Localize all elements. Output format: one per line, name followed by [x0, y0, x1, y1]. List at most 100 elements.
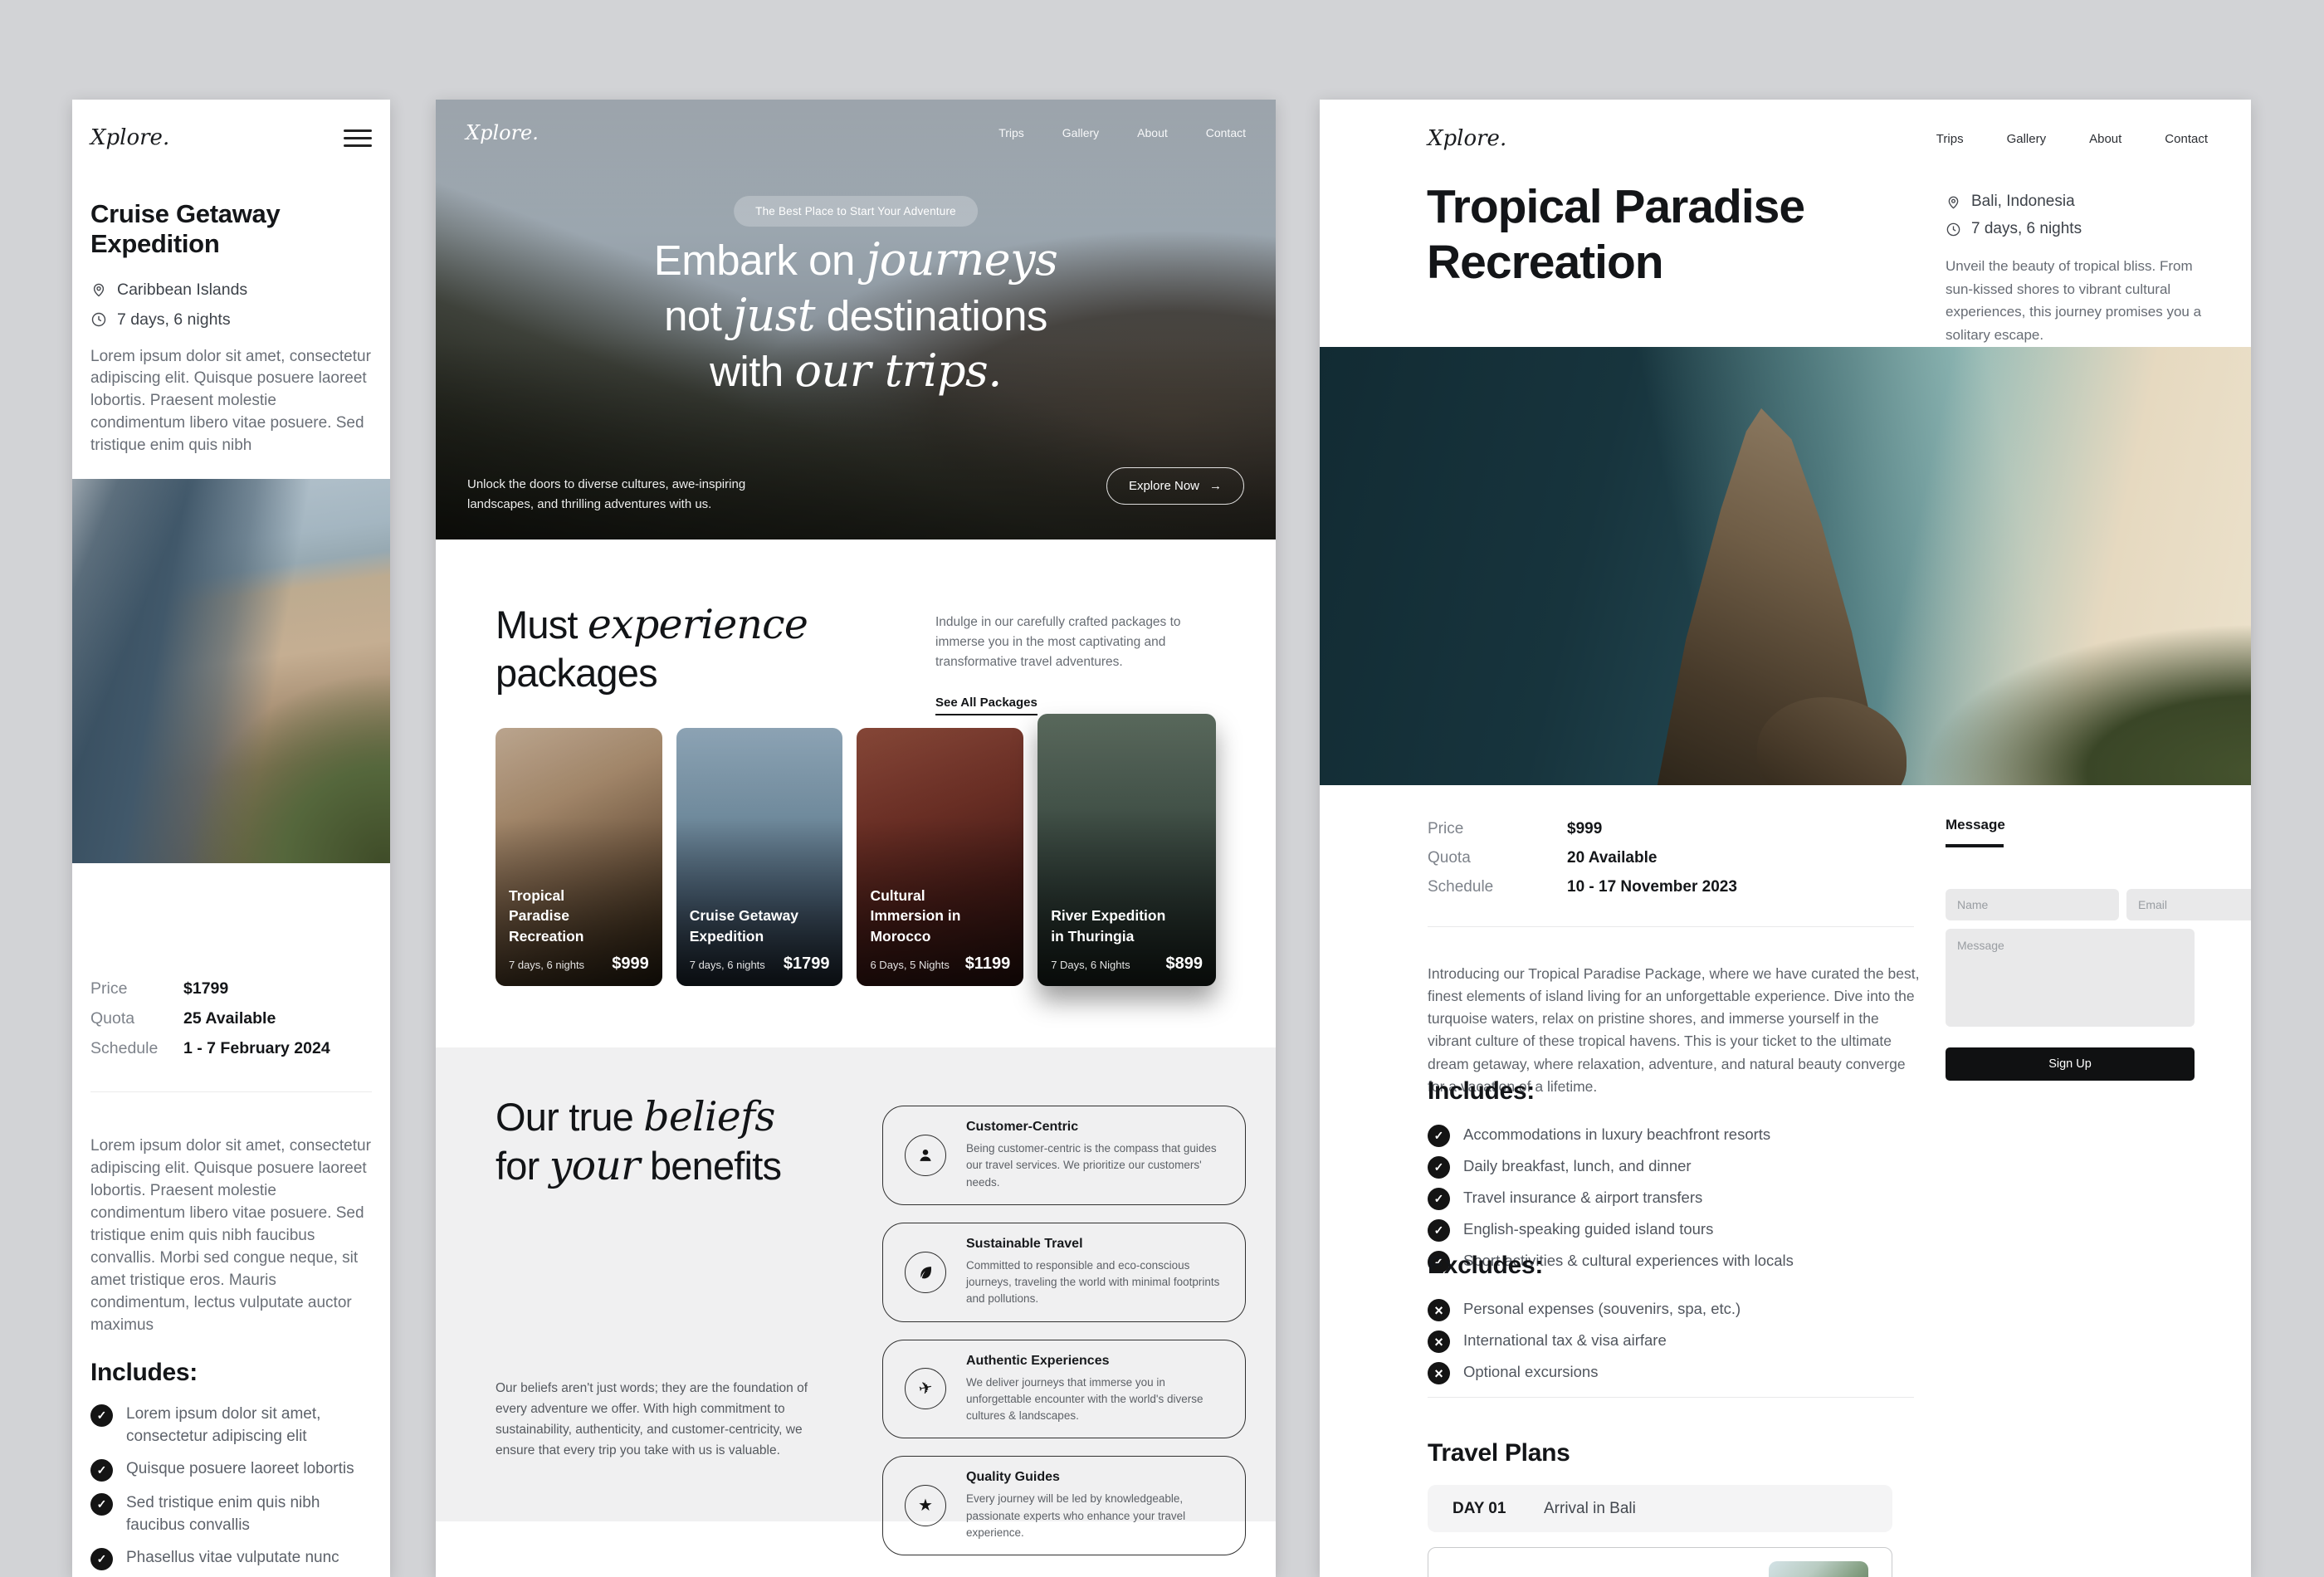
detail-header-section: Xplore. Trips Gallery About Contact Trop… [1320, 100, 2251, 347]
trip-details: Price $1799 Quota 25 Available Schedule … [90, 979, 372, 1058]
nav-about[interactable]: About [1137, 126, 1168, 139]
message-field[interactable] [1946, 928, 2195, 1027]
check-icon [90, 1548, 113, 1571]
package-card[interactable]: Cultural Immersion in Morocco 6 Days, 5 … [857, 728, 1024, 987]
menu-icon[interactable] [344, 124, 372, 152]
nav-about[interactable]: About [2089, 132, 2121, 146]
list-item: Daily breakfast, lunch, and dinner [1428, 1155, 1794, 1179]
hero-badge: The Best Place to Start Your Adventure [734, 196, 978, 227]
headline-text: destinations [815, 292, 1048, 339]
travel-plan-day-1[interactable]: DAY 01 Arrival in Bali [1428, 1485, 1892, 1532]
list-item: Accommodations in luxury beachfront reso… [1428, 1124, 1794, 1147]
nav-contact[interactable]: Contact [2165, 132, 2208, 146]
belief-desc: Every journey will be led by knowledgeab… [966, 1492, 1186, 1539]
check-icon [1428, 1125, 1450, 1147]
email-field[interactable] [2126, 888, 2251, 920]
list-item-label: English-speaking guided island tours [1463, 1220, 1714, 1238]
location-label: Caribbean Islands [117, 280, 248, 299]
day-title: Arrival in Bali [1544, 1499, 1636, 1517]
location-row: Bali, Indonesia [1946, 193, 2211, 211]
detail-label: Quota [1428, 849, 1471, 867]
heading-text: packages [496, 650, 658, 695]
divider [1428, 926, 1914, 927]
heading-italic: beliefs [643, 1093, 775, 1140]
heading-text: for [496, 1143, 549, 1188]
trip-title-line1: Tropical Paradise [1427, 180, 1805, 233]
hero-section: Xplore. Trips Gallery About Contact The … [436, 100, 1276, 540]
package-price: $1799 [783, 954, 830, 974]
headline-italic: our trips. [794, 344, 1002, 397]
brand-logo: Xplore. [466, 121, 539, 144]
divider [90, 1091, 372, 1093]
package-title: Cruise Getaway Expedition [689, 907, 799, 945]
name-field[interactable] [1946, 888, 2119, 920]
duration-label: 7 days, 6 nights [117, 310, 231, 329]
arrow-right-icon: → [1209, 479, 1222, 493]
travel-plan-day-2[interactable]: DAY 02 Beach Exploration [1428, 1547, 1892, 1577]
travel-plans-heading: Travel Plans [1428, 1439, 1570, 1467]
includes-heading: Includes: [1428, 1077, 1535, 1105]
explore-now-button[interactable]: Explore Now → [1106, 467, 1244, 505]
package-card[interactable]: Cruise Getaway Expedition 7 days, 6 nigh… [676, 728, 843, 987]
nav-trips[interactable]: Trips [998, 126, 1024, 139]
check-icon [90, 1459, 113, 1482]
package-price: $899 [1165, 954, 1203, 974]
package-card[interactable]: Tropical Paradise Recreation 7 days, 6 n… [496, 728, 662, 987]
location-pin-icon [93, 283, 105, 297]
trip-meta: Bali, Indonesia 7 days, 6 nights Unveil … [1946, 193, 2211, 346]
duration-row: 7 days, 6 nights [90, 310, 372, 330]
message-form: Message Sign Up [1946, 817, 2251, 1081]
heading-text: Our true [496, 1095, 644, 1139]
list-item-label: International tax & visa airfare [1463, 1331, 1667, 1349]
list-item-label: Personal expenses (souvenirs, spa, etc.) [1463, 1300, 1741, 1317]
list-item: Personal expenses (souvenirs, spa, etc.) [1428, 1298, 1741, 1321]
duration-row: 7 days, 6 nights [1946, 220, 2211, 238]
list-item-label: Accommodations in luxury beachfront reso… [1463, 1125, 1771, 1143]
trip-title-line2: Recreation [1427, 235, 1664, 289]
location-row: Caribbean Islands [90, 281, 372, 300]
plane-icon: ✈ [905, 1368, 946, 1410]
list-item: Travel insurance & airport transfers [1428, 1187, 1794, 1210]
trip-info: Price $1799 Quota 25 Available Schedule … [72, 979, 390, 1577]
quota-row: Quota 20 Available [1428, 849, 1737, 867]
x-icon [1428, 1330, 1450, 1353]
hero-subtext: Unlock the doors to diverse cultures, aw… [467, 477, 746, 511]
beliefs-blurb: Our beliefs aren't just words; they are … [496, 1381, 808, 1458]
list-item-label: Optional excursions [1463, 1363, 1599, 1380]
brand-logo: Xplore. [1428, 126, 1507, 151]
belief-title: Quality Guides [966, 1470, 1060, 1485]
trip-description: Lorem ipsum dolor sit amet, consectetur … [90, 1137, 371, 1335]
detail-label: Price [90, 979, 128, 998]
nav-contact[interactable]: Contact [1206, 126, 1246, 139]
headline-text: Embark on [653, 237, 867, 284]
nav-trips[interactable]: Trips [1936, 132, 1964, 146]
nav-gallery[interactable]: Gallery [2007, 132, 2047, 146]
day-thumbnail [1769, 1561, 1868, 1577]
list-item: Quisque posuere laoreet lobortis [90, 1458, 372, 1482]
includes-list: Lorem ipsum dolor sit amet, consectetur … [90, 1404, 372, 1577]
belief-desc: Being customer-centric is the compass th… [966, 1142, 1217, 1189]
sign-up-button[interactable]: Sign Up [1946, 1047, 2195, 1081]
detail-value: $999 [1567, 820, 1603, 837]
trip-intro: Lorem ipsum dolor sit amet, consectetur … [90, 347, 371, 455]
see-all-packages-link[interactable]: See All Packages [935, 696, 1038, 716]
detail-label: Schedule [1428, 878, 1494, 896]
tab-message[interactable]: Message [1946, 817, 2195, 833]
day-label: DAY 01 [1452, 1499, 1506, 1517]
detail-value: 20 Available [1567, 849, 1658, 867]
belief-title: Authentic Experiences [966, 1353, 1110, 1368]
trip-title: Cruise Getaway Expedition [90, 198, 281, 258]
hero-nav: Xplore. Trips Gallery About Contact [436, 100, 1276, 144]
trip-summary: Unveil the beauty of tropical bliss. Fro… [1946, 258, 2202, 343]
nav-gallery[interactable]: Gallery [1062, 126, 1099, 139]
packages-section: Must experience packages Indulge in our … [436, 540, 1276, 1047]
trip-detail-panel: Xplore. Trips Gallery About Contact Trop… [1320, 100, 2251, 1577]
package-card[interactable]: River Expedition in Thuringia 7 Days, 6 … [1038, 714, 1216, 987]
price-row: Price $1799 [90, 979, 372, 998]
package-duration: 7 days, 6 nights [689, 959, 765, 972]
package-duration: 7 Days, 6 Nights [1051, 959, 1130, 972]
tab-underline [1946, 844, 2004, 847]
beliefs-heading: Our true beliefs for your benefits [496, 1093, 782, 1191]
detail-label: Price [1428, 820, 1464, 837]
headline-text: not [664, 292, 734, 339]
